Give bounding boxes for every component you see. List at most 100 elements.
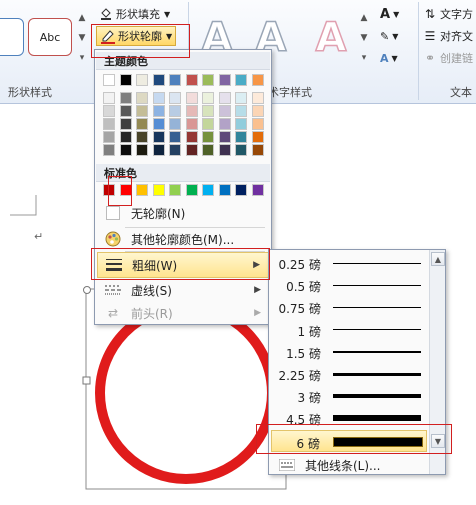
- theme-shade-swatch[interactable]: [103, 144, 115, 156]
- shape-style-preview-2[interactable]: Abc: [28, 18, 72, 56]
- theme-shade-swatch[interactable]: [119, 118, 132, 130]
- theme-shade-swatch[interactable]: [185, 144, 198, 156]
- more-outline-colors-label: 其他轮廓颜色(M)...: [131, 232, 235, 247]
- theme-shade-swatch[interactable]: [119, 131, 132, 143]
- standard-color-swatch[interactable]: [235, 184, 247, 196]
- theme-shade-swatch[interactable]: [119, 144, 132, 156]
- theme-shade-swatch[interactable]: [136, 118, 148, 130]
- weight-option[interactable]: 0.25 磅: [271, 252, 427, 274]
- theme-shade-swatch[interactable]: [136, 105, 148, 117]
- more-lines-item[interactable]: 其他线条(L)...: [271, 454, 427, 476]
- text-fill-button[interactable]: A ▼: [380, 4, 399, 24]
- scroll-up-icon[interactable]: ▲: [431, 252, 445, 266]
- theme-shade-swatch[interactable]: [251, 105, 264, 117]
- theme-color-swatch[interactable]: [152, 74, 165, 86]
- gallery-more-icon[interactable]: ▾: [74, 50, 90, 66]
- text-effects-button[interactable]: A ▼: [380, 48, 398, 68]
- theme-shade-swatch[interactable]: [185, 92, 198, 104]
- theme-color-swatch[interactable]: [136, 74, 148, 86]
- theme-shade-swatch[interactable]: [103, 92, 115, 104]
- standard-color-swatch[interactable]: [169, 184, 181, 196]
- theme-shade-swatch[interactable]: [185, 118, 198, 130]
- theme-shade-swatch[interactable]: [169, 144, 181, 156]
- theme-shade-swatch[interactable]: [235, 118, 247, 130]
- theme-shade-swatch[interactable]: [152, 118, 165, 130]
- theme-shade-swatch[interactable]: [169, 92, 181, 104]
- theme-shade-swatch[interactable]: [218, 118, 231, 130]
- theme-shade-swatch[interactable]: [136, 92, 148, 104]
- theme-color-swatch[interactable]: [103, 74, 115, 86]
- theme-shade-swatch[interactable]: [152, 105, 165, 117]
- theme-shade-swatch[interactable]: [235, 105, 247, 117]
- text-direction-button[interactable]: ⇅ 文字方: [422, 4, 473, 24]
- theme-shade-swatch[interactable]: [169, 131, 181, 143]
- standard-color-swatch[interactable]: [202, 184, 214, 196]
- theme-shade-swatch[interactable]: [202, 118, 214, 130]
- gallery-down-icon[interactable]: ▼: [74, 30, 90, 46]
- theme-shade-swatch[interactable]: [185, 105, 198, 117]
- create-link-button[interactable]: ⚭ 创建链: [422, 48, 473, 68]
- theme-shade-swatch[interactable]: [202, 144, 214, 156]
- theme-shade-swatch[interactable]: [103, 105, 115, 117]
- theme-shade-swatch[interactable]: [202, 105, 214, 117]
- theme-shade-swatch[interactable]: [169, 118, 181, 130]
- standard-color-swatch[interactable]: [185, 184, 198, 196]
- weight-option[interactable]: 1.5 磅: [271, 341, 427, 363]
- theme-shade-swatch[interactable]: [169, 105, 181, 117]
- theme-shade-swatch[interactable]: [251, 92, 264, 104]
- theme-shade-swatch[interactable]: [152, 144, 165, 156]
- theme-shade-swatch[interactable]: [103, 131, 115, 143]
- theme-shade-swatch[interactable]: [119, 92, 132, 104]
- theme-color-swatch[interactable]: [251, 74, 264, 86]
- weight-option[interactable]: 3 磅: [271, 385, 427, 407]
- theme-shade-swatch[interactable]: [251, 118, 264, 130]
- theme-shade-swatch[interactable]: [185, 131, 198, 143]
- theme-color-swatch[interactable]: [202, 74, 214, 86]
- standard-color-swatch[interactable]: [218, 184, 231, 196]
- weight-option[interactable]: 0.5 磅: [271, 274, 427, 296]
- theme-shade-swatch[interactable]: [235, 131, 247, 143]
- theme-shade-swatch[interactable]: [103, 118, 115, 130]
- theme-shade-swatch[interactable]: [251, 144, 264, 156]
- theme-shade-swatch[interactable]: [136, 144, 148, 156]
- theme-color-swatch[interactable]: [185, 74, 198, 86]
- gallery-up-icon[interactable]: ▲: [356, 10, 372, 26]
- align-text-icon: ☰: [424, 29, 436, 43]
- theme-shade-swatch[interactable]: [119, 105, 132, 117]
- arrows-item[interactable]: ⇄ 前头(R) ▶: [97, 302, 269, 324]
- theme-color-swatch[interactable]: [119, 74, 132, 86]
- theme-color-swatch[interactable]: [169, 74, 181, 86]
- text-outline-button[interactable]: ✎ ▼: [380, 26, 398, 46]
- weight-option[interactable]: 0.75 磅: [271, 296, 427, 318]
- standard-color-swatch[interactable]: [136, 184, 148, 196]
- theme-shade-swatch[interactable]: [218, 144, 231, 156]
- weight-option[interactable]: 2.25 磅: [271, 363, 427, 385]
- theme-shade-swatch[interactable]: [235, 92, 247, 104]
- theme-shade-swatch[interactable]: [218, 92, 231, 104]
- more-lines-label: 其他线条(L)...: [305, 458, 381, 473]
- theme-color-swatch[interactable]: [235, 74, 247, 86]
- standard-color-swatch[interactable]: [251, 184, 264, 196]
- shape-style-preview-1[interactable]: [0, 18, 24, 56]
- weight-option[interactable]: 1 磅: [271, 319, 427, 341]
- theme-shade-swatch[interactable]: [136, 131, 148, 143]
- more-outline-colors-item[interactable]: 其他轮廓颜色(M)...: [97, 228, 269, 250]
- gallery-up-icon[interactable]: ▲: [74, 10, 90, 26]
- theme-shade-swatch[interactable]: [235, 144, 247, 156]
- theme-shade-swatch[interactable]: [202, 131, 214, 143]
- weight-option-label: 3 磅: [297, 391, 321, 406]
- standard-color-swatch[interactable]: [152, 184, 165, 196]
- theme-shade-swatch[interactable]: [152, 131, 165, 143]
- theme-shade-swatch[interactable]: [218, 105, 231, 117]
- gallery-down-icon[interactable]: ▼: [356, 30, 372, 46]
- gallery-more-icon[interactable]: ▾: [356, 50, 372, 66]
- align-text-button[interactable]: ☰ 对齐文: [422, 26, 473, 46]
- dashes-item[interactable]: 虚线(S) ▶: [97, 279, 269, 301]
- theme-shade-swatch[interactable]: [152, 92, 165, 104]
- theme-shade-swatch[interactable]: [202, 92, 214, 104]
- shape-fill-button[interactable]: 形状填充 ▼: [98, 4, 170, 24]
- theme-color-swatch[interactable]: [218, 74, 231, 86]
- theme-shade-swatch[interactable]: [251, 131, 264, 143]
- wordart-style-3[interactable]: A: [312, 15, 350, 61]
- theme-shade-swatch[interactable]: [218, 131, 231, 143]
